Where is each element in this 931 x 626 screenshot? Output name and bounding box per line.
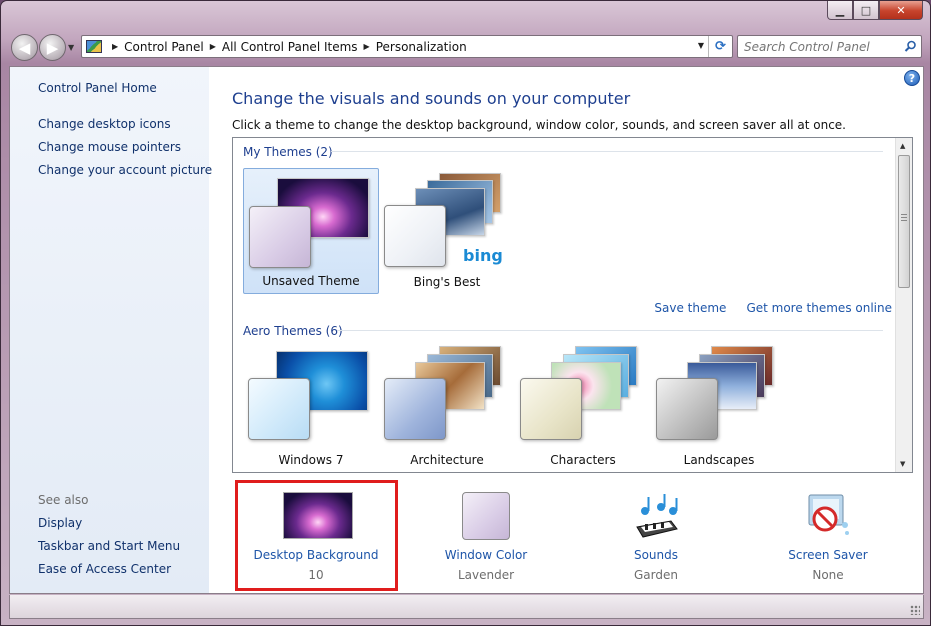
- theme-color-swatch: [384, 378, 446, 440]
- maximize-button[interactable]: □: [853, 1, 879, 20]
- scroll-grip-icon: [901, 214, 907, 222]
- breadcrumb-all-items[interactable]: All Control Panel Items: [222, 40, 358, 54]
- theme-label: Landscapes: [683, 453, 755, 467]
- theme-label: Architecture: [410, 453, 484, 467]
- highlight-annotation: [235, 480, 398, 591]
- theme-label: Windows 7: [278, 453, 344, 467]
- personalization-window: ▁ □ ✕ ◀ ▶ ▼ ▶ Control Panel ▶ All Contro…: [0, 0, 931, 626]
- theme-color-swatch: [520, 378, 582, 440]
- theme-unsaved[interactable]: Unsaved Theme: [243, 168, 379, 294]
- theme-color-swatch: [656, 378, 718, 440]
- setting-value: Garden: [634, 568, 678, 582]
- breadcrumb-separator-icon[interactable]: ▶: [364, 42, 370, 51]
- screen-saver-setting[interactable]: Screen Saver None: [748, 485, 908, 593]
- status-bar: [9, 595, 924, 619]
- bing-logo: bing: [463, 246, 503, 265]
- setting-value: Lavender: [457, 568, 515, 582]
- back-arrow-icon: ◀: [18, 38, 31, 57]
- setting-title[interactable]: Screen Saver: [748, 548, 908, 562]
- theme-architecture[interactable]: Architecture: [379, 346, 515, 472]
- window-color-icon: [462, 492, 510, 540]
- forward-button[interactable]: ▶: [39, 34, 66, 61]
- sidebar-link-mouse-pointers[interactable]: Change mouse pointers: [38, 140, 181, 154]
- theme-color-swatch: [384, 205, 446, 267]
- aero-themes-header[interactable]: Aero Themes (6): [243, 324, 343, 338]
- group-divider: [331, 151, 883, 152]
- search-input[interactable]: [744, 37, 894, 56]
- theme-label: Characters: [550, 453, 616, 467]
- minimize-button[interactable]: ▁: [827, 1, 853, 20]
- refresh-button[interactable]: ⟳: [708, 36, 732, 57]
- theme-bings-best[interactable]: bing Bing's Best: [379, 168, 515, 294]
- page-description: Click a theme to change the desktop back…: [232, 118, 846, 132]
- window-color-setting[interactable]: Window Color Lavender: [406, 485, 566, 593]
- resize-grip-icon[interactable]: [910, 605, 920, 615]
- group-divider: [337, 330, 883, 331]
- theme-label: Unsaved Theme: [262, 274, 360, 288]
- back-button[interactable]: ◀: [11, 34, 38, 61]
- page-title: Change the visuals and sounds on your co…: [232, 89, 631, 108]
- scroll-up-icon[interactable]: ▲: [900, 142, 905, 150]
- search-box[interactable]: [737, 35, 922, 58]
- see-also-heading: See also: [38, 493, 89, 507]
- forward-arrow-icon: ▶: [46, 38, 59, 57]
- save-theme-link[interactable]: Save theme: [654, 301, 726, 315]
- breadcrumb-control-panel[interactable]: Control Panel: [124, 40, 204, 54]
- breadcrumb-personalization[interactable]: Personalization: [376, 40, 467, 54]
- theme-label: Bing's Best: [413, 275, 481, 289]
- recent-pages-dropdown[interactable]: ▼: [68, 43, 74, 52]
- caption-buttons: ▁ □ ✕: [827, 1, 923, 20]
- theme-actions: Save theme Get more themes online: [654, 301, 892, 315]
- theme-landscapes[interactable]: Landscapes: [651, 346, 787, 472]
- sidebar: Control Panel Home Change desktop icons …: [10, 67, 212, 593]
- address-bar[interactable]: ▶ Control Panel ▶ All Control Panel Item…: [81, 35, 733, 58]
- scroll-down-icon[interactable]: ▼: [900, 460, 905, 468]
- sidebar-link-desktop-icons[interactable]: Change desktop icons: [38, 117, 171, 131]
- help-button[interactable]: ?: [904, 70, 920, 86]
- theme-color-swatch: [249, 206, 311, 268]
- breadcrumb-separator-icon[interactable]: ▶: [210, 42, 216, 51]
- content-area: Control Panel Home Change desktop icons …: [9, 66, 924, 594]
- theme-list[interactable]: My Themes (2) Unsaved Theme bing Bing's …: [232, 137, 913, 473]
- search-icon[interactable]: [904, 40, 917, 53]
- theme-windows-7[interactable]: Windows 7: [243, 346, 379, 472]
- see-also-link-taskbar[interactable]: Taskbar and Start Menu: [38, 539, 180, 553]
- sounds-icon: [636, 494, 678, 538]
- sidebar-link-control-panel-home[interactable]: Control Panel Home: [38, 81, 157, 95]
- setting-title[interactable]: Window Color: [406, 548, 566, 562]
- address-dropdown-icon[interactable]: ▼: [698, 41, 704, 50]
- setting-title[interactable]: Sounds: [576, 548, 736, 562]
- navigation-bar: ◀ ▶ ▼ ▶ Control Panel ▶ All Control Pane…: [9, 32, 922, 62]
- screen-saver-icon: [808, 494, 849, 535]
- help-icon: ?: [908, 71, 916, 85]
- breadcrumb-separator-icon[interactable]: ▶: [112, 42, 118, 51]
- see-also-link-display[interactable]: Display: [38, 516, 82, 530]
- refresh-icon: ⟳: [715, 39, 726, 54]
- scroll-thumb[interactable]: [898, 155, 910, 288]
- my-themes-header[interactable]: My Themes (2): [243, 145, 333, 159]
- control-panel-icon: [86, 40, 102, 53]
- theme-characters[interactable]: Characters: [515, 346, 651, 472]
- sounds-setting[interactable]: Sounds Garden: [576, 485, 736, 593]
- theme-color-swatch: [248, 378, 310, 440]
- setting-value: None: [812, 568, 844, 582]
- sidebar-link-account-picture[interactable]: Change your account picture: [38, 163, 212, 177]
- get-more-themes-link[interactable]: Get more themes online: [746, 301, 892, 315]
- close-button[interactable]: ✕: [879, 1, 923, 20]
- see-also-link-ease-of-access[interactable]: Ease of Access Center: [38, 562, 171, 576]
- theme-list-scrollbar[interactable]: ▲ ▼: [895, 138, 912, 472]
